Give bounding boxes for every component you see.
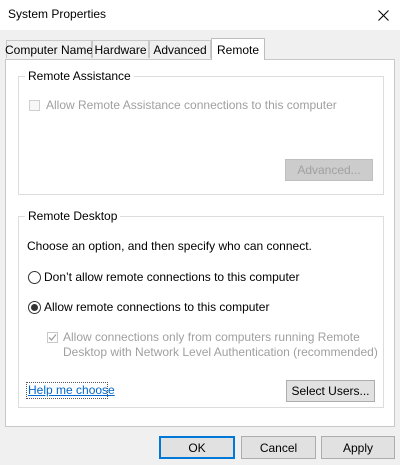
window-title: System Properties (8, 7, 107, 21)
nla-checkbox[interactable] (47, 332, 58, 343)
remote-desktop-instruction: Choose an option, and then specify who c… (27, 239, 312, 253)
tab-panel-remote: Remote Assistance Allow Remote Assistanc… (5, 59, 395, 427)
close-icon (377, 9, 389, 21)
checkmark-icon (48, 334, 57, 341)
dont-allow-label: Don’t allow remote connections to this c… (44, 270, 300, 284)
tab-remote[interactable]: Remote (211, 38, 265, 60)
apply-button[interactable]: Apply (321, 436, 395, 459)
remote-desktop-group: Remote Desktop Choose an option, and the… (18, 209, 384, 408)
allow-remote-assistance-label: Allow Remote Assistance connections to t… (46, 98, 337, 112)
cancel-button[interactable]: Cancel (241, 436, 316, 459)
tab-hardware[interactable]: Hardware (92, 40, 149, 58)
help-me-choose-link[interactable]: Help me choose (28, 383, 115, 397)
tab-advanced[interactable]: Advanced (149, 40, 211, 58)
remote-assistance-group: Remote Assistance Allow Remote Assistanc… (18, 69, 384, 195)
ok-button[interactable]: OK (159, 436, 235, 459)
title-bar: System Properties (0, 0, 400, 30)
allow-remote-assistance-checkbox[interactable] (29, 100, 40, 111)
nla-label-line1: Allow connections only from computers ru… (63, 330, 360, 344)
tab-computer-name[interactable]: Computer Name (5, 40, 93, 58)
advanced-button[interactable]: Advanced... (285, 159, 373, 181)
allow-label: Allow remote connections to this compute… (44, 300, 270, 314)
remote-desktop-title: Remote Desktop (25, 209, 121, 223)
nla-label-line2: Desktop with Network Level Authenticatio… (63, 345, 378, 359)
remote-assistance-title: Remote Assistance (25, 69, 134, 83)
radio-selected-dot (31, 304, 38, 311)
select-users-button[interactable]: Select Users... (286, 380, 375, 402)
close-button[interactable] (366, 0, 400, 30)
dont-allow-radio[interactable] (28, 271, 41, 284)
allow-radio[interactable] (28, 301, 41, 314)
